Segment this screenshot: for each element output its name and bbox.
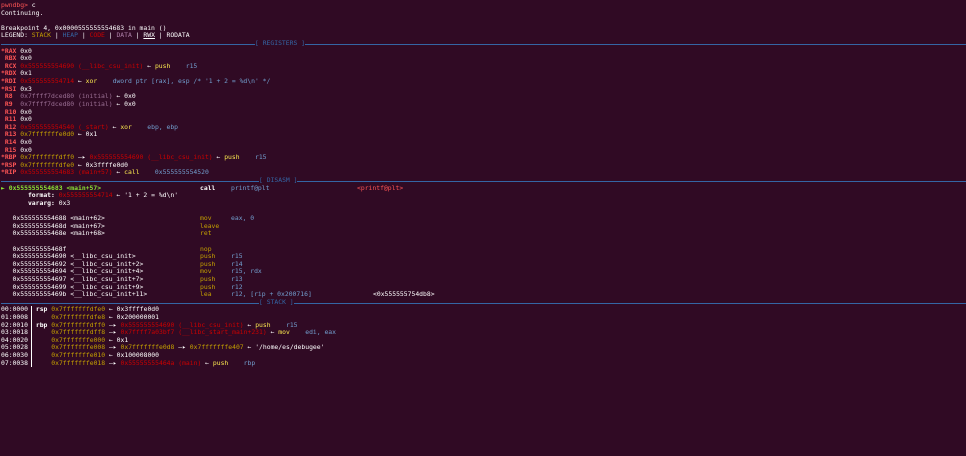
disasm-line: 0x555555554688 <main+62> mov eax, 0: [1, 214, 966, 223]
register-row: R13 0x7fffffffe0d0 ← 0x1: [1, 130, 98, 139]
register-row: R9 0x7ffff7dced80 (initial) ← 0x0: [1, 99, 136, 108]
register-instr-args: r15: [170, 61, 198, 70]
legend-code: CODE: [89, 31, 105, 40]
disasm-separator: [ DISASM ]: [1, 176, 966, 185]
disasm-op: ret: [200, 229, 212, 238]
stack-reg: [32, 359, 51, 367]
legend-rwx: RWX: [143, 31, 155, 40]
disasm-args: eax, 0: [231, 214, 255, 223]
stack-title: [ STACK ]: [259, 297, 294, 307]
disasm-address: 0x55555555469b: [1, 290, 71, 299]
register-instr-op: call: [124, 168, 140, 177]
stack-index: 07:0038: [1, 359, 32, 368]
stack-row: 03:0018 0x7fffffffdff8 —▸ 0x7ffff7a03bf7…: [1, 328, 336, 337]
register-instr-op: push: [154, 61, 171, 70]
register-row: *RAX 0x0: [1, 47, 966, 56]
register-row: *RSI 0x3: [1, 85, 966, 94]
registers-title: [ REGISTERS ]: [255, 39, 306, 48]
disasm-line: 0x555555554694 <__libc_csu_init+4> mov r15…: [1, 268, 966, 276]
stack-panel: 00:0000 rsp 0x7fffffffdfe0 ← 0x3ffffe0d0…: [1, 306, 966, 368]
register-row: *RDI 0x555555554714 ← xor dword ptr [rax…: [1, 77, 271, 86]
prompt-command: c: [27, 1, 36, 9]
register-instr-args: dword ptr [rax], esp /* '1 + 2 = %d\n' *…: [97, 77, 271, 86]
disasm-symbol: <__libc_csu_init+11>: [70, 290, 148, 299]
register-instr-op: push: [224, 153, 240, 162]
disasm-address: 0x55555555468e: [1, 229, 71, 238]
stack-address: 0x7fffffffe018: [51, 358, 106, 367]
register-instr-args: 0x555555554520: [139, 168, 209, 177]
disasm-line: 0x55555555468f nop: [1, 245, 966, 254]
terminal-window[interactable]: pwndbg> c Continuing. Breakpoint 4, 0x00…: [0, 0, 966, 456]
disasm-line: 0x555555554690 <__libc_csu_init> push r15: [1, 252, 966, 261]
register-row: *RBP 0x7fffffffdff0 —▸ 0x555555554690 (_…: [1, 153, 267, 162]
legend-rodata: RODATA: [166, 31, 190, 40]
disasm-line: 0x55555555468e <main+68> ret: [1, 229, 966, 238]
register-row: RCX 0x555555554690 (__libc_csu_init) ← p…: [1, 61, 198, 70]
register-code-addr: 0x555555554683: [20, 168, 75, 177]
stack-row: 07:0038 0x7fffffffe018 —▸ 0x55555555464a…: [1, 358, 256, 368]
disasm-vararg-line: vararg: 0x3: [27, 198, 71, 207]
register-row: R14 0x0: [1, 138, 966, 147]
disasm-line: 0x55555555469b <__libc_csu_init+11> lea r1…: [1, 290, 966, 299]
register-instr-op: xor: [85, 77, 98, 86]
pwndbg-prompt: pwndbg>: [1, 1, 28, 9]
disasm-symbol: <main+68>: [70, 229, 105, 238]
register-instr-args: r15: [239, 153, 267, 162]
disasm-ref: <0x555555754db8>: [373, 290, 435, 299]
legend-data: DATA: [116, 31, 132, 40]
disasm-line: [1, 238, 966, 246]
legend-stack: STACK: [31, 31, 52, 40]
continuing-line: Continuing.: [1, 8, 44, 17]
register-row: R10 0x0: [1, 108, 966, 117]
register-row: R8 0x7ffff7dced80 (initial) ← 0x0: [1, 92, 136, 101]
disasm-line: 0x555555554692 <__libc_csu_init+2> push r1…: [1, 260, 966, 269]
registers-panel: *RAX 0x0 RBX 0x0 RCX 0x555555554690 (__l…: [1, 47, 966, 177]
register-instr-op: xor: [120, 122, 132, 131]
disasm-line: 0x55555555468d <main+67> leave: [1, 222, 966, 231]
legend-line: LEGEND: STACK | HEAP | CODE | DATA | RWX…: [1, 31, 190, 40]
registers-separator: [ REGISTERS ]: [1, 39, 966, 48]
register-row: R12 0x555555554540 (_start) ← xor ebp, e…: [1, 122, 179, 131]
legend-heap: HEAP: [62, 31, 78, 40]
disasm-format-line: format: 0x555555554714 ← '1 + 2 = %d\n': [27, 191, 179, 200]
disasm-line: 0x555555554697 <__libc_csu_init+7> push r1…: [1, 275, 966, 284]
disasm-op: lea: [200, 290, 212, 299]
register-row: *RIP 0x555555554683 (main+57) ← call 0x5…: [1, 168, 209, 177]
prompt-line: pwndbg> c: [1, 1, 966, 10]
register-instr-args: ebp, ebp: [131, 122, 179, 131]
register-name: *RIP: [1, 168, 21, 177]
disasm-listing: 0x555555554688 <main+62> mov eax, 0 0x5555…: [1, 214, 966, 299]
